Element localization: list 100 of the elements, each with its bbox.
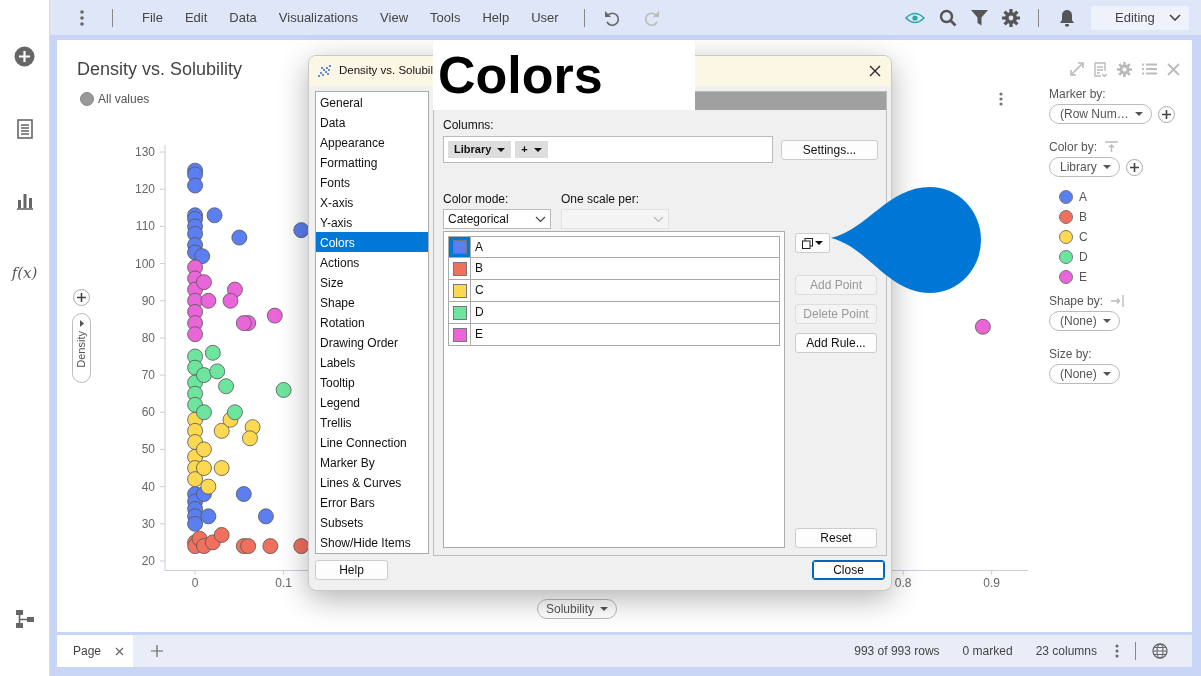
hierarchy-icon[interactable] [14, 608, 35, 629]
menu-item[interactable]: Data [218, 7, 268, 28]
status-text: 993 of 993 rows [854, 643, 940, 660]
add-button[interactable] [1157, 105, 1175, 123]
axis-tick-label: 100 [134, 256, 155, 271]
dialog-button[interactable]: Help [315, 560, 388, 580]
menu-item[interactable]: View [369, 7, 420, 28]
list-item[interactable]: Line Connection [316, 432, 428, 452]
list-item[interactable]: Lines & Curves [316, 472, 428, 492]
row-label: A [474, 239, 483, 256]
legend-label: B [1079, 209, 1087, 226]
row-label: E [474, 326, 483, 343]
status-text: 0 marked [962, 643, 1013, 660]
settings-button[interactable]: Settings... [781, 139, 878, 160]
axis-tick-label: 30 [141, 516, 155, 531]
color-mode-select[interactable]: Categorical [443, 209, 551, 229]
field-label: Size by: [1049, 346, 1092, 362]
list-item[interactable]: Labels [316, 352, 428, 372]
field-dropdown[interactable]: Library [1049, 157, 1120, 177]
search-icon[interactable] [939, 8, 957, 27]
add-button[interactable] [1125, 158, 1143, 176]
more-icon[interactable] [999, 92, 1003, 106]
more-icon[interactable] [1115, 644, 1119, 658]
notification-icon[interactable] [1059, 8, 1075, 27]
menu-item[interactable]: File [131, 7, 174, 28]
legend-label: D [1079, 249, 1088, 266]
axis-tick-label: 0.1 [275, 576, 292, 590]
axis-tick-label: 0 [191, 576, 199, 590]
caret-icon [1102, 165, 1111, 169]
more-icon[interactable] [80, 9, 84, 26]
caret-icon [815, 241, 823, 245]
page-tab[interactable]: Page [57, 635, 133, 667]
list-item[interactable]: Formatting [316, 152, 428, 172]
plus-icon [77, 293, 86, 302]
mode-dropdown[interactable]: Editing [1091, 5, 1189, 30]
list-item[interactable]: Appearance [316, 132, 428, 152]
chevron-icon [653, 215, 664, 223]
field-label: One scale per: [561, 191, 641, 207]
list-item[interactable]: Error Bars [316, 492, 428, 512]
legend-dot [80, 92, 94, 106]
action-button[interactable]: Add Rule... [795, 333, 877, 353]
list-item[interactable]: Y-axis [316, 212, 428, 232]
list-item[interactable]: Legend [316, 392, 428, 412]
list-item[interactable]: Shape [316, 292, 428, 312]
field-dropdown[interactable]: (None) [1049, 311, 1120, 331]
columns-field[interactable]: Library + [443, 136, 773, 163]
menu-item[interactable]: Edit [173, 7, 219, 28]
undo-icon[interactable] [602, 8, 621, 27]
dialog-button[interactable]: Close [812, 560, 885, 580]
column-chip[interactable]: + [515, 141, 548, 158]
field-dropdown[interactable]: (Row Num… [1049, 104, 1152, 124]
menu-item[interactable]: Visualizations [267, 7, 370, 28]
list-item[interactable]: Show/Hide Items [316, 532, 428, 552]
add-button[interactable] [73, 289, 90, 306]
eye-icon[interactable] [905, 10, 925, 25]
dialog-title: Density vs. Solubil [339, 63, 433, 79]
menu-item[interactable]: Tools [419, 7, 472, 28]
list-item[interactable]: General [316, 92, 428, 112]
globe-icon[interactable] [1152, 643, 1168, 659]
copy-dropdown-button[interactable] [795, 233, 830, 253]
list-item[interactable]: Colors [316, 232, 428, 252]
add-icon[interactable] [14, 46, 35, 67]
chevron-icon [535, 215, 546, 223]
bar-chart-icon[interactable] [15, 191, 34, 210]
axis-tick-label: 70 [141, 368, 155, 383]
filter-icon[interactable] [971, 9, 988, 26]
settings-icon[interactable] [1002, 8, 1020, 27]
menu-item[interactable]: User [520, 7, 570, 28]
list-item[interactable]: Actions [316, 252, 428, 272]
axis-tick-label: 130 [134, 145, 155, 160]
menu-item[interactable]: Help [471, 7, 521, 28]
plus-icon [1129, 162, 1139, 172]
y-axis-selector[interactable]: Density [72, 313, 91, 383]
plus-icon [1161, 109, 1171, 119]
row-label: D [474, 304, 484, 321]
list-item[interactable]: Trellis [316, 412, 428, 432]
field-label: Shape by: [1049, 293, 1104, 309]
list-item[interactable]: Size [316, 272, 428, 292]
add-icon[interactable] [151, 645, 163, 657]
list-item[interactable]: Marker By [316, 452, 428, 472]
list-item[interactable]: Tooltip [316, 372, 428, 392]
field-dropdown[interactable]: (None) [1049, 364, 1120, 384]
list-item[interactable]: Fonts [316, 172, 428, 192]
chevron-icon [1169, 14, 1181, 21]
close-icon[interactable] [869, 65, 881, 77]
list-item[interactable]: Subsets [316, 512, 428, 532]
function-button[interactable]: f(x) [11, 262, 38, 285]
list-item[interactable]: X-axis [316, 192, 428, 212]
axis-tick-label: 50 [141, 442, 155, 457]
axis-tick-label: 40 [141, 479, 155, 494]
caret-icon [1102, 319, 1111, 323]
list-item[interactable]: Rotation [316, 312, 428, 332]
field-label: Marker by: [1049, 86, 1106, 102]
x-axis-selector[interactable]: Solubility [537, 599, 618, 619]
reset-button[interactable]: Reset [795, 528, 877, 548]
list-item[interactable]: Data [316, 112, 428, 132]
column-chip[interactable]: Library [448, 141, 512, 158]
caret-icon [79, 320, 84, 327]
list-item[interactable]: Drawing Order [316, 332, 428, 352]
document-icon[interactable] [16, 119, 33, 139]
